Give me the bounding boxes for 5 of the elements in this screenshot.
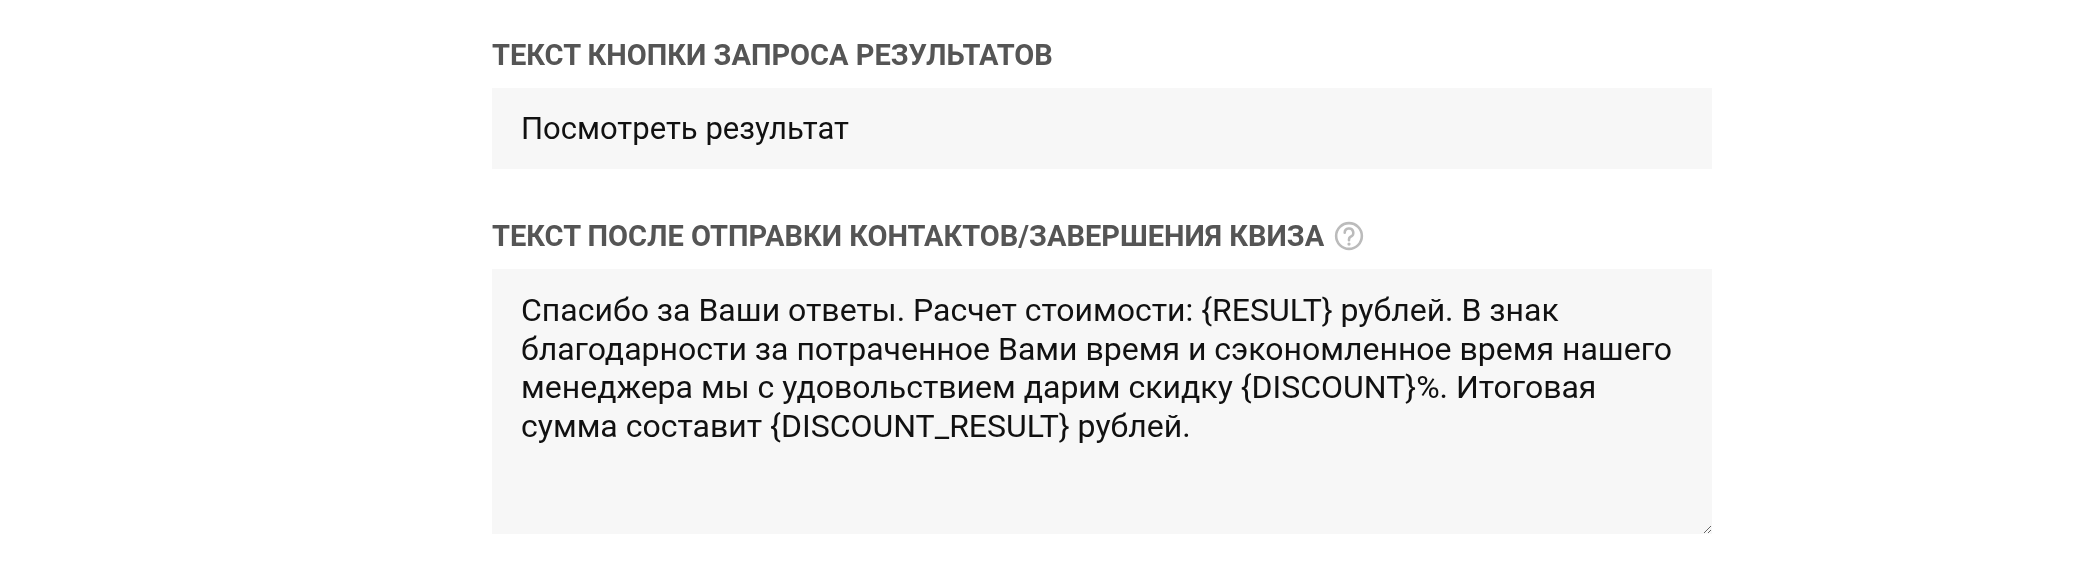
field-label: ТЕКСТ ПОСЛЕ ОТПРАВКИ КОНТАКТОВ/ЗАВЕРШЕНИЯ КВИЗА <box>492 221 1325 251</box>
input-field[interactable]: Посмотреть результат <box>492 88 1712 169</box>
help-icon[interactable] <box>1334 221 1365 251</box>
text-area[interactable]: Спасибо за Ваши ответы. Расчет стоимости: {RESULT} рублей. В знак благодарности за потраченное Вами время и сэкономленное время нашего менеджера мы с удовольствием дарим скидку {DISCOUNT}%. Итоговая сумма составит {DISCOUNT_RESULT} рублей. <box>492 269 1712 534</box>
field-label: ТЕКСТ КНОПКИ ЗАПРОСА РЕЗУЛЬТАТОВ <box>492 40 1053 70</box>
